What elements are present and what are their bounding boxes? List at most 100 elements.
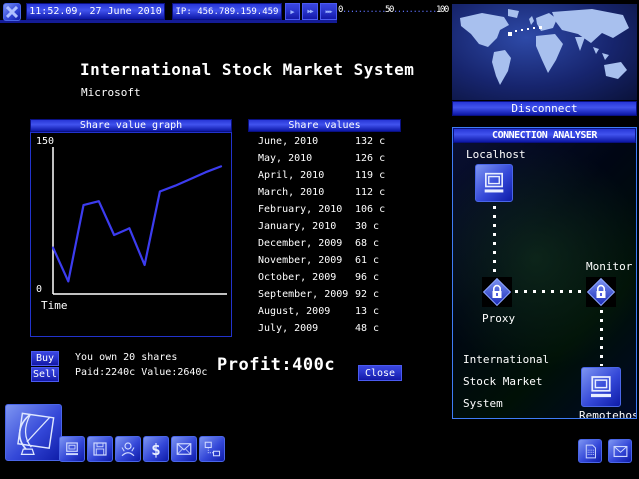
- company-name: Microsoft: [81, 86, 141, 99]
- computer-icon: [63, 440, 81, 458]
- share-value-amount: 132 c: [355, 136, 385, 147]
- paid-value-text: Paid:2240c Value:2640c: [75, 367, 207, 378]
- link-proxy-monitor: [515, 290, 585, 293]
- computer-icon: [480, 169, 508, 197]
- connection-analyser-panel: CONNECTION ANALYSER Localhost Proxy: [452, 127, 637, 419]
- remotehost-node: [581, 367, 621, 407]
- floppy-disk-icon: [91, 440, 109, 458]
- share-value-row: August, 2009 13 c: [248, 304, 408, 321]
- gauge-dots-right: ...........: [393, 5, 436, 15]
- share-value-month: May, 2010: [258, 153, 312, 164]
- sell-label: Sell: [33, 369, 57, 380]
- hardware-button[interactable]: [59, 436, 85, 462]
- graph-panel-header: Share value graph: [30, 119, 232, 132]
- gauge-hundred: 100: [436, 5, 448, 15]
- share-value-row: October, 2009 96 c: [248, 270, 408, 287]
- ip-text: IP: 456.789.159.459: [176, 7, 279, 17]
- uplink-logo-button[interactable]: [5, 404, 62, 461]
- satellite-dish-icon: [9, 408, 59, 458]
- world-map-continents: [452, 4, 637, 100]
- share-values-header-label: Share values: [288, 120, 360, 131]
- disconnect-button[interactable]: Disconnect: [452, 101, 637, 116]
- share-values-header: Share values: [248, 119, 401, 132]
- profit-text: Profit:400c: [217, 355, 335, 375]
- proxy-lock-icon: [482, 277, 512, 307]
- share-values-list: June, 2010 132 c May, 2010 126 c April, 2010…: [248, 134, 408, 344]
- sell-button[interactable]: Sell: [31, 367, 59, 382]
- finance-button[interactable]: $: [143, 436, 169, 462]
- connection-route-dots: [508, 26, 542, 36]
- share-value-month: June, 2010: [258, 136, 318, 147]
- proxy-label: Proxy: [482, 312, 515, 325]
- speed-normal-button[interactable]: ▶: [285, 3, 300, 20]
- buy-button[interactable]: Buy: [31, 351, 59, 366]
- buy-label: Buy: [36, 353, 54, 364]
- localhost-node: [475, 164, 513, 202]
- share-value-month: December, 2009: [258, 238, 342, 249]
- share-value-row: November, 200961 c: [248, 253, 408, 270]
- lan-view-button[interactable]: [199, 436, 225, 462]
- share-value-row: April, 2010119 c: [248, 168, 408, 185]
- graph-header-label: Share value graph: [80, 120, 182, 131]
- topbar-divider: [0, 20, 337, 23]
- localhost-label: Localhost: [466, 148, 526, 161]
- person-icon: [119, 440, 137, 458]
- status-button[interactable]: [115, 436, 141, 462]
- share-value-month: April, 2010: [258, 170, 324, 181]
- share-value-amount: 112 c: [355, 187, 385, 198]
- link-localhost-proxy: [493, 206, 496, 276]
- link-monitor-remote: [600, 310, 603, 366]
- email-icon: [612, 443, 629, 460]
- shares-owned-text: You own 20 shares: [75, 352, 177, 363]
- news-button[interactable]: [578, 439, 602, 463]
- close-window-button[interactable]: [3, 3, 21, 21]
- share-value-row: December, 200968 c: [248, 236, 408, 253]
- share-graph-line: [53, 166, 221, 281]
- share-value-row: July, 200948 c: [248, 321, 408, 338]
- target-name-line3: System: [463, 397, 503, 410]
- target-name-line2: Stock Market: [463, 375, 542, 388]
- send-email-button[interactable]: [171, 436, 197, 462]
- fast-forward-max-icon: ▶▶▶: [325, 9, 331, 15]
- analyser-header-label: CONNECTION ANALYSER: [492, 130, 597, 141]
- share-value-amount: 96 c: [355, 272, 379, 283]
- memory-button[interactable]: [87, 436, 113, 462]
- speed-fast-button[interactable]: ▶▶: [302, 3, 318, 20]
- share-value-row: February, 2010106 c: [248, 202, 408, 219]
- share-value-row: June, 2010 132 c: [248, 134, 408, 151]
- share-value-month: November, 2009: [258, 255, 342, 266]
- close-button[interactable]: Close: [358, 365, 402, 381]
- share-value-amount: 30 c: [355, 221, 379, 232]
- share-value-month: January, 2010: [258, 221, 336, 232]
- speed-fastest-button[interactable]: ▶▶▶: [320, 3, 337, 20]
- proxy-node: [482, 277, 512, 307]
- fast-forward-icon: ▶▶: [307, 8, 312, 15]
- monitor-node: [586, 277, 616, 307]
- share-value-month: August, 2009: [258, 306, 330, 317]
- email-icon: [175, 440, 193, 458]
- cpu-usage-gauge: 0...........50...........100: [338, 5, 450, 19]
- clock-display: 11:52.09, 27 June 2010: [26, 3, 165, 20]
- share-value-amount: 48 c: [355, 323, 379, 334]
- share-value-month: March, 2010: [258, 187, 324, 198]
- share-value-amount: 13 c: [355, 306, 379, 317]
- close-label: Close: [365, 368, 395, 379]
- network-icon: [203, 440, 221, 458]
- share-value-month: February, 2010: [258, 204, 342, 215]
- target-name-line1: International: [463, 353, 549, 366]
- computer-icon: [586, 372, 616, 402]
- share-value-month: October, 2009: [258, 272, 336, 283]
- world-map[interactable]: [452, 4, 637, 100]
- share-value-row: May, 2010 126 c: [248, 151, 408, 168]
- play-icon: ▶: [290, 8, 294, 16]
- share-value-row: January, 2010 30 c: [248, 219, 408, 236]
- share-graph-panel: 150 0 Time: [30, 132, 232, 337]
- share-graph-svg: [31, 133, 231, 336]
- uplink-stock-market-screen: 11:52.09, 27 June 2010 IP: 456.789.159.4…: [0, 0, 639, 479]
- monitor-label: Monitor: [586, 260, 632, 273]
- share-value-amount: 92 c: [355, 289, 379, 300]
- ip-display: IP: 456.789.159.459: [172, 3, 282, 20]
- email-inbox-button[interactable]: [608, 439, 632, 463]
- share-value-amount: 126 c: [355, 153, 385, 164]
- share-value-row: March, 2010 112 c: [248, 185, 408, 202]
